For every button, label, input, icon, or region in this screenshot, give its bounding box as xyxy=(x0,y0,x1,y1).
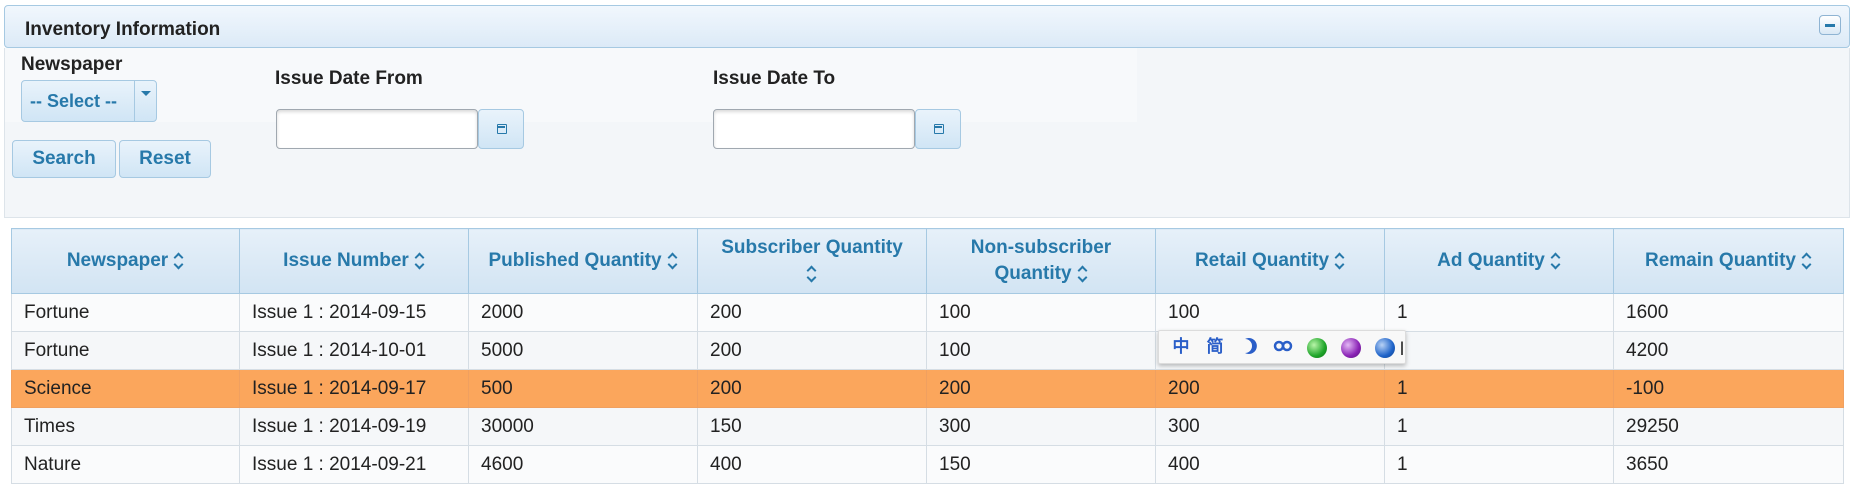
cell-retail-quantity: 300 xyxy=(1155,407,1385,446)
cell-issue-number: Issue 1 : 2014-09-17 xyxy=(239,369,469,408)
cell-non-subscriber-quantity: 100 xyxy=(926,293,1156,332)
calendar-icon xyxy=(934,124,944,134)
cell-non-subscriber-quantity: 300 xyxy=(926,407,1156,446)
table-header-row: Newspaper Issue Number Published Quantit… xyxy=(11,228,1844,294)
cell-subscriber-quantity: 200 xyxy=(697,369,927,408)
date-to-input[interactable] xyxy=(713,109,915,149)
cell-issue-number: Issue 1 : 2014-09-15 xyxy=(239,293,469,332)
cell-ad-quantity: 1 xyxy=(1384,445,1614,484)
table-row[interactable]: Times Issue 1 : 2014-09-19 30000 150 300… xyxy=(11,407,1844,446)
blue-dot-icon[interactable] xyxy=(1375,338,1395,358)
column-header-published-quantity[interactable]: Published Quantity xyxy=(468,228,698,294)
cell-remain-quantity: 4200 xyxy=(1613,331,1844,370)
moon-icon[interactable] xyxy=(1237,336,1261,358)
cell-ad-quantity: 1 xyxy=(1384,369,1614,408)
filter-panel: Newspaper -- Select -- Issue Date From I… xyxy=(4,48,1850,218)
sort-icon[interactable] xyxy=(1802,253,1812,269)
column-header-ad-quantity[interactable]: Ad Quantity xyxy=(1384,228,1614,294)
date-from-calendar-button[interactable] xyxy=(478,109,524,149)
newspaper-label: Newspaper xyxy=(21,54,123,75)
cell-newspaper: Fortune xyxy=(11,293,240,332)
cell-ad-quantity xyxy=(1384,331,1614,370)
green-dot-icon[interactable] xyxy=(1307,338,1327,358)
cell-subscriber-quantity: 150 xyxy=(697,407,927,446)
table-row-highlighted[interactable]: Science Issue 1 : 2014-09-17 500 200 200… xyxy=(11,369,1844,408)
sort-icon[interactable] xyxy=(807,266,817,282)
search-button[interactable]: Search xyxy=(12,140,116,178)
date-to-label: Issue Date To xyxy=(713,68,836,89)
sort-icon[interactable] xyxy=(1335,253,1345,269)
sort-icon[interactable] xyxy=(415,253,425,269)
cell-published-quantity: 5000 xyxy=(468,331,698,370)
cell-newspaper: Fortune xyxy=(11,331,240,370)
filter-form xyxy=(5,48,1137,122)
cell-newspaper: Science xyxy=(11,369,240,408)
cell-published-quantity: 4600 xyxy=(468,445,698,484)
cell-newspaper: Nature xyxy=(11,445,240,484)
column-header-retail-quantity[interactable]: Retail Quantity xyxy=(1155,228,1385,294)
table-row[interactable]: Fortune Issue 1 : 2014-09-15 2000 200 10… xyxy=(11,293,1844,332)
column-header-non-subscriber-quantity[interactable]: Non-subscriber Quantity xyxy=(926,228,1156,294)
cell-subscriber-quantity: 200 xyxy=(697,293,927,332)
cell-retail-quantity: 100 xyxy=(1155,293,1385,332)
newspaper-select-value: -- Select -- xyxy=(30,91,118,111)
cell-issue-number: Issue 1 : 2014-10-01 xyxy=(239,331,469,370)
date-to-calendar-button[interactable] xyxy=(915,109,961,149)
ime-chinese-mode-button[interactable]: 中 xyxy=(1169,336,1193,358)
cell-published-quantity: 2000 xyxy=(468,293,698,332)
sort-icon[interactable] xyxy=(1078,266,1088,282)
cell-retail-quantity: 200 xyxy=(1155,369,1385,408)
date-from-input[interactable] xyxy=(276,109,478,149)
panel-header: Inventory Information xyxy=(4,5,1850,48)
table-row[interactable]: Fortune Issue 1 : 2014-10-01 5000 200 10… xyxy=(11,331,1844,370)
cell-subscriber-quantity: 400 xyxy=(697,445,927,484)
link-icon[interactable] xyxy=(1271,336,1295,358)
cell-remain-quantity: -100 xyxy=(1613,369,1844,408)
sort-icon[interactable] xyxy=(668,253,678,269)
reset-button[interactable]: Reset xyxy=(119,140,211,178)
sort-icon[interactable] xyxy=(174,253,184,269)
cell-non-subscriber-quantity: 150 xyxy=(926,445,1156,484)
calendar-icon xyxy=(497,124,507,134)
cell-issue-number: Issue 1 : 2014-09-19 xyxy=(239,407,469,446)
column-header-remain-quantity[interactable]: Remain Quantity xyxy=(1613,228,1844,294)
cell-published-quantity: 30000 xyxy=(468,407,698,446)
purple-dot-icon[interactable] xyxy=(1341,338,1361,358)
column-header-newspaper[interactable]: Newspaper xyxy=(11,228,240,294)
column-header-subscriber-quantity[interactable]: Subscriber Quantity xyxy=(697,228,927,294)
cell-newspaper: Times xyxy=(11,407,240,446)
cell-ad-quantity: 1 xyxy=(1384,407,1614,446)
sort-icon[interactable] xyxy=(1551,253,1561,269)
inventory-table: Newspaper Issue Number Published Quantit… xyxy=(11,228,1844,484)
cell-remain-quantity: 1600 xyxy=(1613,293,1844,332)
cell-non-subscriber-quantity: 100 xyxy=(926,331,1156,370)
cell-remain-quantity: 29250 xyxy=(1613,407,1844,446)
cell-ad-quantity: 1 xyxy=(1384,293,1614,332)
ime-partial-text: l xyxy=(1400,339,1404,359)
ime-simplified-button[interactable]: 简 xyxy=(1203,336,1227,358)
panel-title: Inventory Information xyxy=(25,19,221,40)
table-row[interactable]: Nature Issue 1 : 2014-09-21 4600 400 150… xyxy=(11,445,1844,484)
date-from-label: Issue Date From xyxy=(275,68,423,89)
cell-remain-quantity: 3650 xyxy=(1613,445,1844,484)
collapse-button[interactable] xyxy=(1819,15,1841,35)
ime-toolbar[interactable]: 中 简 l xyxy=(1158,330,1406,364)
cell-published-quantity: 500 xyxy=(468,369,698,408)
column-header-issue-number[interactable]: Issue Number xyxy=(239,228,469,294)
newspaper-select[interactable]: -- Select -- xyxy=(21,80,157,122)
cell-non-subscriber-quantity: 200 xyxy=(926,369,1156,408)
cell-issue-number: Issue 1 : 2014-09-21 xyxy=(239,445,469,484)
cell-subscriber-quantity: 200 xyxy=(697,331,927,370)
chevron-down-icon[interactable] xyxy=(134,81,156,121)
cell-retail-quantity: 400 xyxy=(1155,445,1385,484)
